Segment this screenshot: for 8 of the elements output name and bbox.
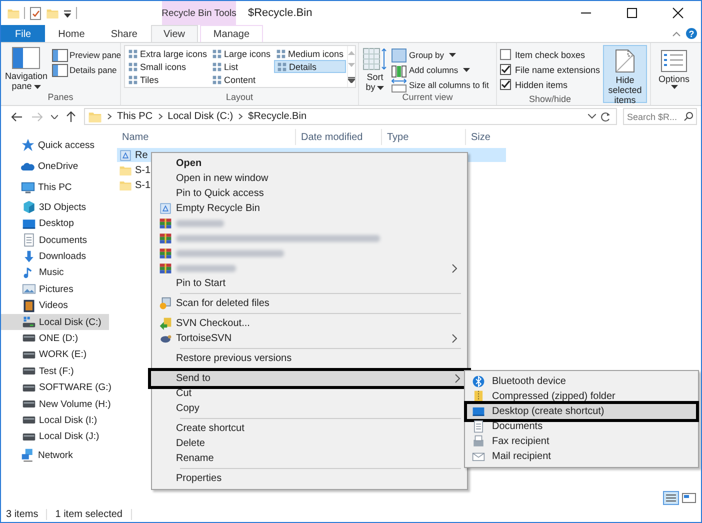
group-label: Show/hide — [528, 94, 572, 105]
window-title: $Recycle.Bin — [247, 6, 314, 21]
status-text: 3 items — [6, 509, 48, 520]
group-label: Layout — [224, 92, 254, 103]
group-label: Panes — [46, 92, 74, 103]
context-tab-header: Recycle Bin Tools — [162, 1, 236, 25]
status-text: 1 item selected — [55, 509, 132, 520]
group-label: Current view — [401, 92, 454, 103]
